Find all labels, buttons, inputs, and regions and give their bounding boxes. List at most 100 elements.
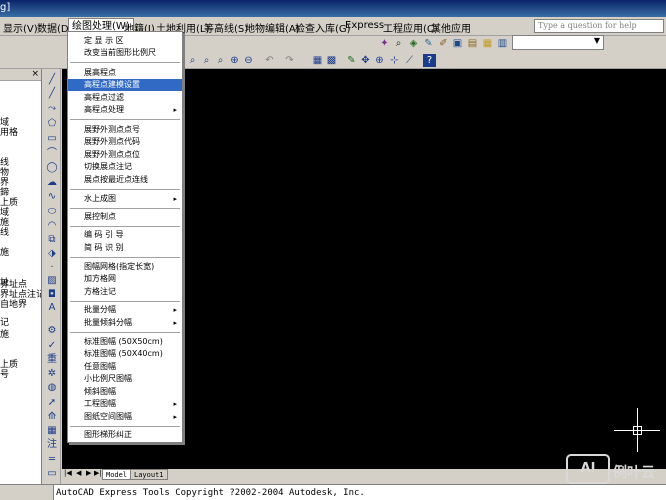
mtext-icon[interactable]: A [45,301,59,314]
menu-item-small-scale-sheet[interactable]: 小比例尺图幅 [68,373,182,385]
tab-first-icon[interactable]: |◀ [64,469,72,477]
image-icon[interactable]: ▣ [451,37,464,50]
brush-icon[interactable]: ✐ [437,37,450,50]
arrow-icon[interactable]: ➚ [45,396,59,409]
menu-other-apps[interactable]: 其他应用 [428,20,474,35]
panel-item[interactable]: 线 [0,225,9,238]
zoom-icon[interactable]: ⌕ [392,37,405,50]
panel-item[interactable]: 自地界 [0,297,27,310]
grid-icon[interactable]: ▩ [325,54,338,67]
menu-item-engineering-sheet[interactable]: 工程图幅 ▸ [68,398,182,410]
table-icon[interactable]: ▦ [45,424,59,437]
hatch-icon[interactable]: ▨ [45,274,59,287]
menu-item-batch-sheeting[interactable]: 批量分幅 ▸ [68,304,182,316]
menu-item-show-control-points[interactable]: 展控制点 [68,211,182,223]
menu-item-grid-labels[interactable]: 方格注记 [68,286,182,298]
menu-item-custom-sheet[interactable]: 任意图幅 [68,361,182,373]
zoom-realtime-icon[interactable]: ⌕ [186,54,199,67]
tab-last-icon[interactable]: ▶| [94,469,102,477]
revcloud-icon[interactable]: ☁ [45,176,59,189]
snap-icon[interactable]: ⊕ [373,54,386,67]
spline-icon[interactable]: ∿ [45,190,59,203]
check-icon[interactable]: ✓ [45,339,59,352]
move-icon[interactable]: ✥ [359,54,372,67]
menu-item-show-point-positions[interactable]: 展野外测点点位 [68,149,182,161]
pen-icon[interactable]: ✎ [422,37,435,50]
menu-item-label: 水上成图 [84,194,116,203]
menu-item-standard-sheet-50x50[interactable]: 标准图幅 (50X50cm) [68,336,182,348]
polyline-icon[interactable]: ⤳ [45,102,59,115]
menu-item-connect-nearest-points[interactable]: 展点按最近点连线 [68,174,182,186]
ellipse-icon[interactable]: ⬭ [45,205,59,218]
help-search-input[interactable]: Type a question for help [534,19,664,33]
menu-item-set-display-area[interactable]: 定 显 示 区 [68,35,182,47]
arc-icon[interactable]: ⌒ [45,147,59,160]
properties-icon[interactable]: ▦ [311,54,324,67]
panel-item[interactable]: 号 [0,367,9,380]
panel-item[interactable]: 施 [0,327,9,340]
menu-item-batch-oblique-sheeting[interactable]: 批量倾斜分幅 ▸ [68,317,182,329]
insert-block-icon[interactable]: ⧉ [45,233,59,246]
circle-icon[interactable]: ◯ [45,161,59,174]
menu-item-show-point-codes[interactable]: 展野外测点代码 [68,136,182,148]
layer-icon[interactable]: ◈ [407,37,420,50]
ellipse-arc-icon[interactable]: ◠ [45,219,59,232]
menu-item-add-grid[interactable]: 加方格网 [68,273,182,285]
menu-item-hydro-mapping[interactable]: 水上成图 ▸ [68,193,182,205]
tab-model[interactable]: Model [102,469,132,480]
gear-icon[interactable]: ✲ [45,367,59,380]
book-icon[interactable]: ▤ [466,37,479,50]
tab-next-icon[interactable]: ▶ [86,469,91,477]
frame-icon[interactable]: ▭ [45,467,59,480]
trim-icon[interactable]: ⊹ [388,54,401,67]
menu-item-sheet-grid[interactable]: 图幅网格(指定长宽) [68,261,182,273]
redo-icon[interactable]: ↷ [283,54,296,67]
crosshair-pickbox [633,426,642,435]
panel-item[interactable]: 用格 [0,125,18,138]
menu-item-trapezoid-correction[interactable]: 图形梯形纠正 [68,429,182,441]
help-icon[interactable]: ? [423,54,436,67]
menu-item-toggle-point-labels[interactable]: 切换展点注记 [68,161,182,173]
chevron-down-icon[interactable]: ▼ [594,36,600,45]
paint-icon[interactable]: ◍ [45,381,59,394]
undo-icon[interactable]: ↶ [263,54,276,67]
point-icon[interactable]: · [45,261,59,274]
zoom-previous-icon[interactable]: ⌕ [214,54,227,67]
menu-item-elevation-model-settings[interactable]: 高程点建模设置 [68,79,182,91]
measure-icon[interactable]: ⟰ [45,410,59,423]
menu-item-show-point-numbers[interactable]: 展野外测点点号 [68,124,182,136]
menu-item-oblique-sheet[interactable]: 倾斜图幅 [68,386,182,398]
menu-item-paper-space-sheet[interactable]: 图纸空间图幅 ▸ [68,411,182,423]
make-block-icon[interactable]: ⬗ [45,247,59,260]
tab-layout1[interactable]: Layout1 [130,469,168,480]
database-icon[interactable]: ▥ [496,37,509,50]
menu-item-show-elevation-points[interactable]: 展高程点 [68,67,182,79]
annotate-icon[interactable]: 注 [45,438,59,451]
menu-item-label: 批量倾斜分幅 [84,318,132,327]
menu-item-elevation-processing[interactable]: 高程点处理 ▸ [68,104,182,116]
menu-item-elevation-filter[interactable]: 高程点过滤 [68,92,182,104]
menu-item-short-code-recognition[interactable]: 简 码 识 别 [68,242,182,254]
folder-icon[interactable]: ▦ [481,37,494,50]
rectangle-icon[interactable]: ▭ [45,132,59,145]
polygon-icon[interactable]: ⬠ [45,117,59,130]
pencil-icon[interactable]: ✎ [345,54,358,67]
wand-icon[interactable]: ✦ [378,37,391,50]
layer-combo[interactable]: ▼ [512,35,604,50]
close-icon[interactable]: × [31,69,39,79]
panel-item[interactable]: 施 [0,245,9,258]
xline-icon[interactable]: ╱ [45,87,59,100]
zoom-in-icon[interactable]: ⊕ [228,54,241,67]
region-icon[interactable]: ◘ [45,288,59,301]
line-icon[interactable]: ╱ [45,73,59,86]
tab-prev-icon[interactable]: ◀ [76,469,81,477]
zoom-out-icon[interactable]: ⊖ [242,54,255,67]
tool-icon[interactable]: ⚙ [45,324,59,337]
extend-icon[interactable]: ⟋ [403,54,416,67]
menu-item-change-scale[interactable]: 改变当前图形比例尺 [68,47,182,59]
redline-icon[interactable]: 重 [45,353,59,366]
zoom-window-icon[interactable]: ⌕ [200,54,213,67]
menu-item-standard-sheet-50x40[interactable]: 标准图幅 (50X40cm) [68,348,182,360]
menu-item-code-guide[interactable]: 编 码 引 导 [68,229,182,241]
dimension-icon[interactable]: ═ [45,453,59,466]
